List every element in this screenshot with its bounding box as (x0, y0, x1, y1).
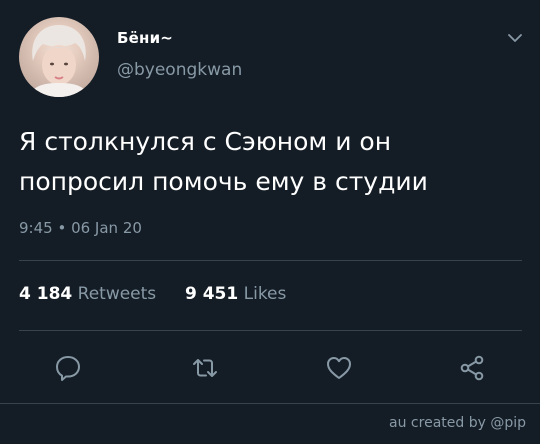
divider (0, 403, 540, 404)
chevron-down-icon[interactable] (505, 28, 525, 48)
tweet-text: Я столкнулся с Сэюном и он попросил помо… (19, 122, 519, 202)
display-name[interactable]: Бёни~ (117, 29, 173, 47)
tweet-text-line: Я столкнулся с Сэюном и он (19, 127, 392, 156)
engagement-stats: 4 184 Retweets 9 451 Likes (19, 284, 286, 304)
divider (19, 330, 522, 331)
retweets-label[interactable]: Retweets (78, 284, 157, 304)
like-icon[interactable] (325, 354, 353, 382)
reply-icon[interactable] (54, 354, 82, 382)
user-handle[interactable]: @byeongkwan (117, 60, 242, 80)
retweet-icon[interactable] (191, 354, 219, 382)
share-icon[interactable] (458, 354, 486, 382)
divider (19, 260, 522, 261)
avatar[interactable] (19, 17, 99, 97)
likes-count[interactable]: 9 451 (185, 284, 238, 304)
credit-text: au created by @pip (389, 415, 526, 431)
likes-label[interactable]: Likes (244, 284, 287, 304)
retweets-count[interactable]: 4 184 (19, 284, 72, 304)
tweet-text-line: попросил помочь ему в студии (19, 167, 428, 196)
tweet-timestamp[interactable]: 9:45 • 06 Jan 20 (19, 219, 142, 237)
